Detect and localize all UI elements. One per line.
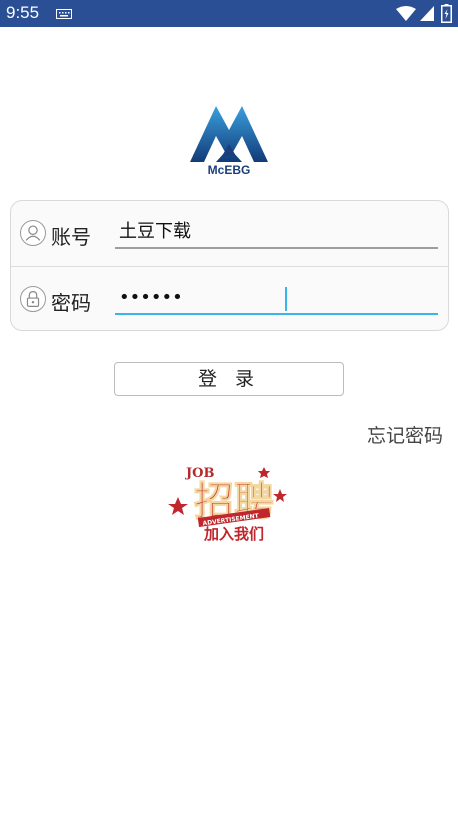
username-row: 账号 土豆下载 [11, 201, 448, 266]
lock-icon [20, 286, 46, 312]
keyboard-icon [56, 9, 72, 19]
battery-icon [441, 4, 452, 23]
password-row: 密码 •••••• [11, 266, 448, 331]
username-label: 账号 [51, 225, 91, 249]
text-caret [285, 287, 287, 311]
password-input[interactable]: •••••• [115, 285, 438, 315]
cell-signal-icon [420, 6, 434, 21]
status-bar: 9:55 [0, 0, 458, 27]
forgot-password-link[interactable]: 忘记密码 [367, 421, 443, 448]
password-masked-value: •••••• [119, 287, 183, 308]
username-input[interactable]: 土豆下载 [115, 219, 438, 249]
login-button[interactable]: 登 录 [114, 362, 344, 396]
status-time: 9:55 [6, 3, 40, 22]
user-icon [20, 220, 46, 246]
wifi-icon [396, 6, 416, 21]
password-label: 密码 [51, 291, 91, 315]
recruit-bottom-text: 加入我们 [203, 525, 264, 543]
recruitment-banner-icon[interactable]: JOB 招聘 ADVERTISEMENT 加入我们 [168, 459, 292, 544]
logo-text: McEBG [207, 163, 251, 177]
login-form: 账号 土豆下载 密码 •••••• [10, 200, 449, 331]
